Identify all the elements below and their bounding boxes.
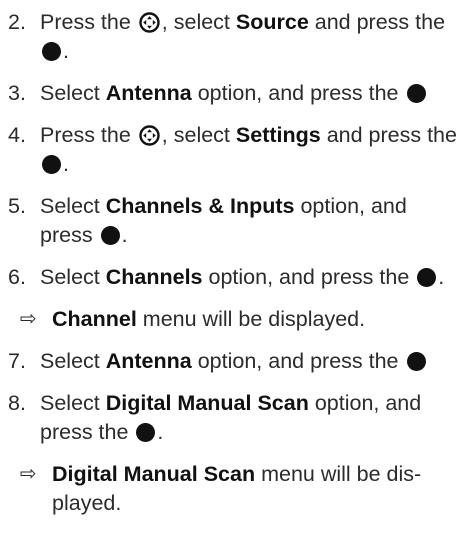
step-number: 5. — [8, 194, 26, 218]
instruction-text: . — [63, 39, 69, 63]
instruction-text: Select — [40, 391, 106, 415]
navigation-icon — [139, 125, 160, 146]
ok-button-icon — [100, 226, 120, 245]
instruction-text: Select — [40, 81, 106, 105]
step-result: ⇨ Channel menu will be displayed. — [0, 305, 468, 334]
instruction-text: , select — [161, 123, 236, 147]
instruction-text: Press the — [40, 10, 137, 34]
instruction-text: . — [438, 265, 445, 289]
instruction-text: . — [157, 420, 164, 444]
step-item: 6. Select Channels option, and press the … — [0, 263, 468, 292]
menu-term: Source — [235, 10, 309, 34]
instruction-text: option, and press the — [202, 265, 416, 289]
ok-button-icon — [406, 84, 426, 103]
instruction-text: Select — [40, 349, 106, 373]
instruction-text: and press the — [308, 10, 446, 34]
instruction-text: . — [121, 223, 128, 247]
step-item: 4. Press the , select Settings and press … — [0, 121, 468, 179]
menu-term: Antenna — [105, 81, 192, 105]
instruction-text: Select — [40, 194, 106, 218]
ok-button-icon — [42, 42, 61, 61]
ok-button-icon — [136, 423, 156, 442]
instruction-text: option, and press the — [191, 349, 405, 373]
ok-button-icon — [417, 268, 437, 287]
step-number: 7. — [8, 349, 26, 373]
instruction-text: . — [63, 152, 69, 176]
step-item: 5. Select Channels & Inputs option, and p… — [0, 192, 468, 250]
step-item: 8. Select Digital Manual Scan option, and… — [0, 389, 468, 447]
instruction-text: Select — [40, 265, 106, 289]
menu-term: Antenna — [105, 349, 192, 373]
step-number: 8. — [8, 391, 26, 415]
instruction-text: option, and press the — [191, 81, 405, 105]
instruction-text: menu will be displayed. — [136, 307, 366, 331]
navigation-icon — [139, 12, 160, 33]
step-item: 7. Select Antenna option, and press the — [0, 347, 468, 376]
instruction-text: Press the — [40, 123, 137, 147]
menu-term: Digital Manual Scan — [105, 391, 309, 415]
result-arrow-icon: ⇨ — [20, 463, 37, 485]
step-item: 3. Select Antenna option, and press the — [0, 79, 468, 108]
step-number: 4. — [8, 123, 26, 147]
ok-button-icon — [42, 155, 61, 174]
ok-button-icon — [406, 352, 426, 371]
step-result: ⇨ Digital Manual Scan menu will be dis-pl… — [0, 460, 468, 518]
step-item: 2. Press the , select Source and press th… — [0, 8, 468, 66]
menu-term: Digital Manual Scan — [52, 462, 256, 486]
menu-term: Settings — [235, 123, 321, 147]
menu-term: Channels & Inputs — [105, 194, 295, 218]
result-arrow-icon: ⇨ — [20, 308, 37, 330]
menu-term: Channel — [52, 307, 137, 331]
instruction-text: and press the — [320, 123, 457, 147]
step-number: 3. — [8, 81, 26, 105]
instruction-text: , select — [161, 10, 236, 34]
instruction-list: 2. Press the , select Source and press th… — [0, 0, 468, 539]
menu-term: Channels — [105, 265, 203, 289]
step-number: 6. — [8, 265, 26, 289]
step-number: 2. — [8, 10, 26, 34]
